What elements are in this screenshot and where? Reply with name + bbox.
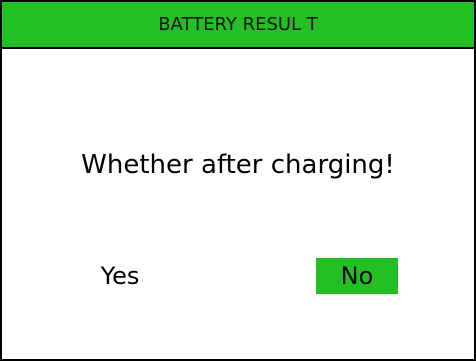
prompt-message: Whether after charging! [81,150,395,180]
device-screen: BATTERY RESUL T Whether after charging! … [0,0,476,361]
yes-option[interactable]: Yes [90,258,150,294]
screen-title: BATTERY RESUL T [158,14,318,35]
title-bar: BATTERY RESUL T [2,2,474,49]
no-option[interactable]: No [316,258,398,294]
